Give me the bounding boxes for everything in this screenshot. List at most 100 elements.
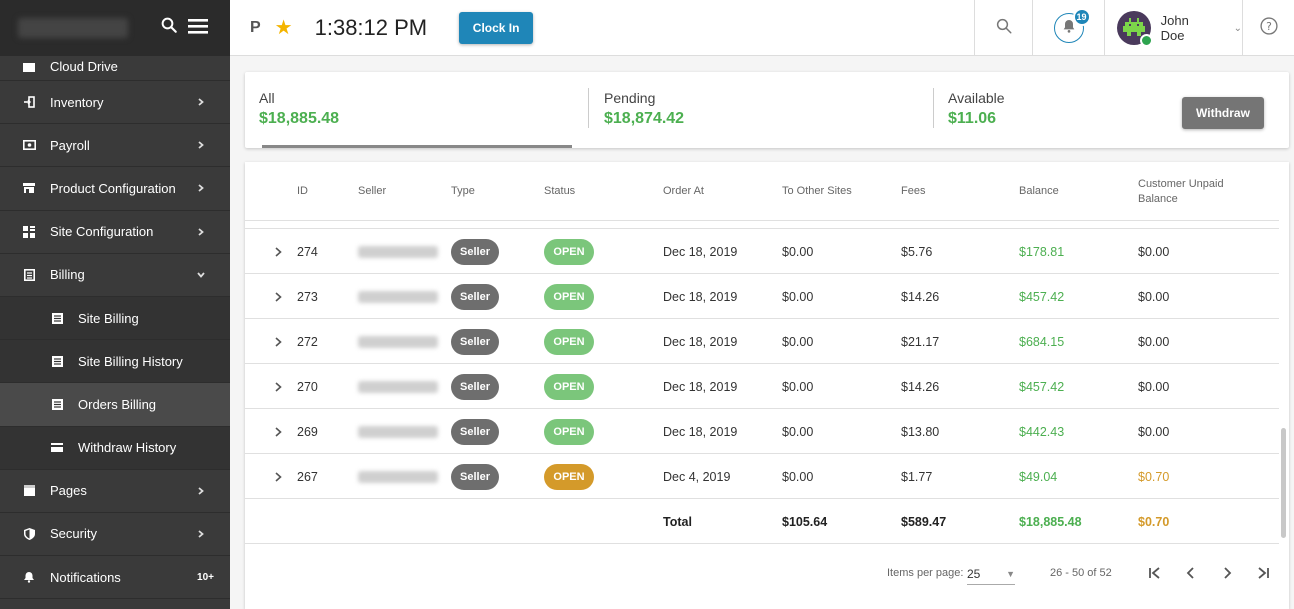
money-icon [22,138,36,152]
cell-order-at: Dec 18, 2019 [663,274,737,319]
type-badge: Seller [451,328,499,355]
scrollbar[interactable] [1281,428,1286,538]
chevron-right-icon [275,291,282,302]
expand-row-button[interactable] [273,454,283,499]
header-balance[interactable]: Balance [1019,185,1059,197]
cell-balance: $684.15 [1019,319,1064,364]
sidebar-item-product-configuration[interactable]: Product Configuration [0,167,230,211]
cell-to-other-sites: $0.00 [782,229,813,274]
header-status[interactable]: Status [544,185,575,197]
cell-fees: $5.76 [901,229,932,274]
next-page-button[interactable] [1215,561,1239,585]
table-row[interactable]: 274 Seller OPEN Dec 18, 2019 $0.00 $5.76 $178.… [245,229,1279,274]
cell-type: Seller [451,319,499,364]
online-status-icon [1139,34,1153,47]
sidebar-item-billing[interactable]: Billing [0,254,230,297]
table-row[interactable]: 267 Seller OPEN Dec 4, 2019 $0.00 $1.77 $49.04… [245,454,1279,499]
balance-summary: All $18,885.48 Pending $18,874.42 Availa… [245,72,1289,148]
type-badge: Seller [451,418,499,445]
cell-balance: $457.42 [1019,364,1064,409]
chevron-right-icon [196,180,206,196]
chevron-right-icon [196,94,206,110]
summary-all[interactable]: All $18,885.48 [259,90,339,128]
sidebar-item-orders-billing[interactable]: Orders Billing [0,383,230,427]
order-id: 274 [297,244,318,259]
order-id: 270 [297,379,318,394]
order-date: Dec 18, 2019 [663,379,738,394]
total-fees: $589.47 [901,499,946,544]
cell-seller [358,454,438,499]
top-search-button[interactable] [974,0,1032,56]
sidebar-item-security[interactable]: Security [0,513,230,557]
status-badge: OPEN [544,418,594,445]
first-page-button[interactable] [1143,561,1167,585]
cell-type: Seller [451,409,499,454]
p-label[interactable]: P [250,19,261,37]
help-button[interactable]: ? [1242,0,1294,56]
clock-in-button[interactable]: Clock In [459,11,534,44]
table-row[interactable]: 273 Seller OPEN Dec 18, 2019 $0.00 $14.26 $457… [245,274,1279,319]
paginator: Items per page: 25 ▼ 26 - 50 of 52 [245,543,1289,609]
cell-seller [358,319,438,364]
expand-row-button[interactable] [273,409,283,454]
balance-value: $49.04 [1019,469,1058,484]
seller-name-redacted [358,470,438,483]
available-value: $11.06 [948,110,997,127]
user-menu[interactable]: John Doe ⌄ [1104,0,1242,56]
total-to-other-sites: $105.64 [782,499,827,544]
chevron-right-icon [1224,567,1232,579]
sidebar-item-label: Cloud Drive [50,59,118,74]
table-row[interactable]: 270 Seller OPEN Dec 18, 2019 $0.00 $14.26 $457… [245,364,1279,409]
cell-customer-unpaid: $0.00 [1138,229,1169,274]
header-fees[interactable]: Fees [901,185,925,197]
expand-row-button[interactable] [273,229,283,274]
sidebar-item-site-configuration[interactable]: Site Configuration [0,211,230,254]
list-icon [50,311,64,325]
sidebar-item-pages[interactable]: Pages [0,470,230,513]
sidebar-item-inventory[interactable]: Inventory [0,81,230,125]
page-size-select[interactable]: 25 ▼ [967,563,1015,585]
chevron-right-icon [196,483,206,499]
table-row[interactable]: 269 Seller OPEN Dec 18, 2019 $0.00 $13.80 $442… [245,409,1279,454]
summary-pending[interactable]: Pending $18,874.42 [604,90,684,128]
last-page-button[interactable] [1251,561,1275,585]
header-customer-unpaid-balance[interactable]: Balance [1138,193,1178,205]
header-to-other-sites[interactable]: To Other Sites [782,185,852,197]
withdraw-button[interactable]: Withdraw [1182,97,1264,129]
cell-order-at: Dec 18, 2019 [663,364,737,409]
status-badge: OPEN [544,373,594,400]
sidebar-item-site-billing[interactable]: Site Billing [0,296,230,341]
sidebar-item-withdraw-history[interactable]: Withdraw History [0,426,230,470]
sidebar-item-site-billing-history[interactable]: Site Billing History [0,340,230,384]
star-icon[interactable]: ★ [275,15,293,40]
pending-label: Pending [604,90,656,106]
document-icon [22,268,36,282]
sidebar-item-notifications[interactable]: Notifications 10+ [0,556,230,600]
expand-row-button[interactable] [273,274,283,319]
cell-id: 267 [297,454,318,499]
cell-id: 274 [297,229,318,274]
notification-count-badge: 19 [1072,8,1091,26]
chevron-right-icon [275,471,282,482]
prev-page-button[interactable] [1179,561,1203,585]
summary-available[interactable]: Available $11.06 [948,90,1005,128]
cell-seller [358,409,438,454]
header-id[interactable]: ID [297,185,308,197]
customer-unpaid-value: $0.00 [1138,244,1170,259]
search-icon[interactable] [160,16,178,39]
cell-status: OPEN [544,229,594,274]
table-row[interactable]: 272 Seller OPEN Dec 18, 2019 $0.00 $21.17 $684… [245,319,1279,364]
header-type[interactable]: Type [451,185,475,197]
seller-name-redacted [358,425,438,438]
notifications-button[interactable]: 19 [1032,0,1104,56]
cell-to-other-sites: $0.00 [782,364,813,409]
header-order-at[interactable]: Order At [663,185,704,197]
sidebar-item-label: Notifications [50,569,121,585]
sidebar-item-payroll[interactable]: Payroll [0,124,230,168]
sidebar-item-cloud-drive[interactable]: Cloud Drive [0,56,230,81]
header-customer-unpaid[interactable]: Customer Unpaid [1138,178,1224,190]
expand-row-button[interactable] [273,364,283,409]
header-seller[interactable]: Seller [358,185,386,197]
menu-icon[interactable] [188,17,208,40]
expand-row-button[interactable] [273,319,283,364]
